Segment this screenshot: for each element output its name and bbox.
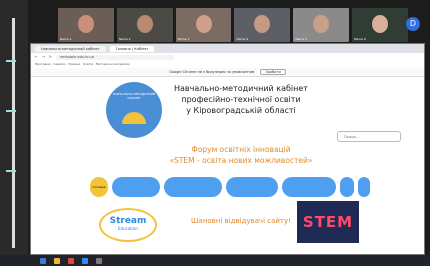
participant-video bbox=[254, 15, 271, 33]
nav-home-button[interactable]: Головна bbox=[90, 177, 108, 197]
stream-logo-text: Stream bbox=[109, 216, 147, 226]
forward-icon[interactable]: → bbox=[42, 55, 45, 59]
taskbar bbox=[0, 255, 430, 266]
app-icon[interactable] bbox=[96, 257, 102, 264]
main-nav: Головна bbox=[88, 174, 388, 200]
logo-text: НАВЧАЛЬНО-МЕТОДИЧНИЙ КАБІНЕТ bbox=[112, 92, 156, 100]
site-title: Навчально-методичний кабінет професійно-… bbox=[151, 83, 331, 116]
forum-line: Форум освітніх інновацій bbox=[191, 145, 291, 154]
nav-item[interactable] bbox=[340, 177, 354, 197]
sun-icon bbox=[122, 112, 146, 124]
tab[interactable]: Навчально-методичний кабінет bbox=[35, 45, 106, 52]
zoom-icon[interactable] bbox=[82, 257, 88, 264]
start-icon[interactable] bbox=[40, 257, 46, 264]
forum-banner: Форум освітніх інновацій «STEM - освіта … bbox=[161, 144, 321, 166]
notice-button[interactable]: Зробити bbox=[260, 69, 286, 75]
title-line: професійно-технічної освіти bbox=[181, 95, 301, 104]
tab-bar: Навчально-методичний кабінет Головна | К… bbox=[31, 44, 424, 53]
participant-name: Name 2 bbox=[118, 37, 131, 41]
participant-video bbox=[77, 15, 94, 33]
title-line: у Кіровоградській області bbox=[186, 106, 296, 115]
notice-text: Google Chrome не є браузером за умовчанн… bbox=[169, 70, 255, 74]
nav-item[interactable] bbox=[164, 177, 222, 197]
chrome-icon[interactable] bbox=[68, 257, 74, 264]
tab-active[interactable]: Головна | Кабінет bbox=[109, 45, 155, 52]
bookmarks-bar[interactable]: Програми · Сервіси · Новини · Освіта · М… bbox=[31, 61, 424, 68]
participant-tile[interactable]: Name 2 bbox=[116, 8, 173, 42]
url-field[interactable]: nmkptokr.edu.kr.ua bbox=[55, 54, 174, 60]
stream-education-logo[interactable]: Stream Education bbox=[99, 208, 157, 242]
back-icon[interactable]: ← bbox=[35, 55, 38, 59]
forum-line: «STEM - освіта нових можливостей» bbox=[169, 156, 313, 165]
search-input[interactable]: Пошук... bbox=[337, 131, 401, 142]
participant-name: Name 3 bbox=[177, 37, 190, 41]
side-panel bbox=[0, 0, 28, 266]
self-avatar[interactable]: D bbox=[406, 17, 420, 31]
participant-tile[interactable]: Name 6 bbox=[352, 8, 408, 42]
marker bbox=[6, 170, 16, 172]
folder-icon[interactable] bbox=[54, 257, 60, 264]
participant-strip: Name 1 Name 2 Name 3 Name 4 Name 5 Name 6 bbox=[58, 8, 408, 42]
participant-tile[interactable]: Name 4 bbox=[234, 8, 291, 42]
address-bar: ← → ↻ nmkptokr.edu.kr.ua bbox=[31, 53, 424, 61]
participant-name: Name 5 bbox=[295, 37, 308, 41]
reload-icon[interactable]: ↻ bbox=[49, 55, 52, 59]
scrollbar[interactable] bbox=[12, 18, 15, 248]
nav-item[interactable] bbox=[112, 177, 160, 197]
browser-window: Навчально-методичний кабінет Головна | К… bbox=[30, 43, 425, 255]
participant-video bbox=[195, 15, 212, 33]
participant-tile[interactable]: Name 5 bbox=[293, 8, 350, 42]
marker bbox=[6, 110, 16, 112]
participant-tile[interactable]: Name 1 bbox=[58, 8, 114, 42]
stream-logo-sub: Education bbox=[118, 226, 138, 231]
title-line: Навчально-методичний кабінет bbox=[174, 84, 308, 93]
nav-item[interactable] bbox=[358, 177, 370, 197]
marker bbox=[6, 60, 16, 62]
participant-name: Name 4 bbox=[236, 37, 249, 41]
stem-logo[interactable]: STEM bbox=[297, 201, 359, 243]
page-content: НАВЧАЛЬНО-МЕТОДИЧНИЙ КАБІНЕТ Навчально-м… bbox=[31, 77, 424, 254]
default-browser-notice: Google Chrome не є браузером за умовчанн… bbox=[31, 68, 424, 77]
welcome-text: Шановні відвідувачі сайту! bbox=[191, 217, 291, 225]
participant-video bbox=[372, 15, 389, 33]
participant-video bbox=[136, 15, 153, 33]
participant-tile[interactable]: Name 3 bbox=[175, 8, 232, 42]
nav-item[interactable] bbox=[226, 177, 278, 197]
nav-item[interactable] bbox=[282, 177, 336, 197]
participant-name: Name 1 bbox=[60, 37, 72, 41]
participant-video bbox=[313, 15, 330, 33]
participant-name: Name 6 bbox=[354, 37, 366, 41]
